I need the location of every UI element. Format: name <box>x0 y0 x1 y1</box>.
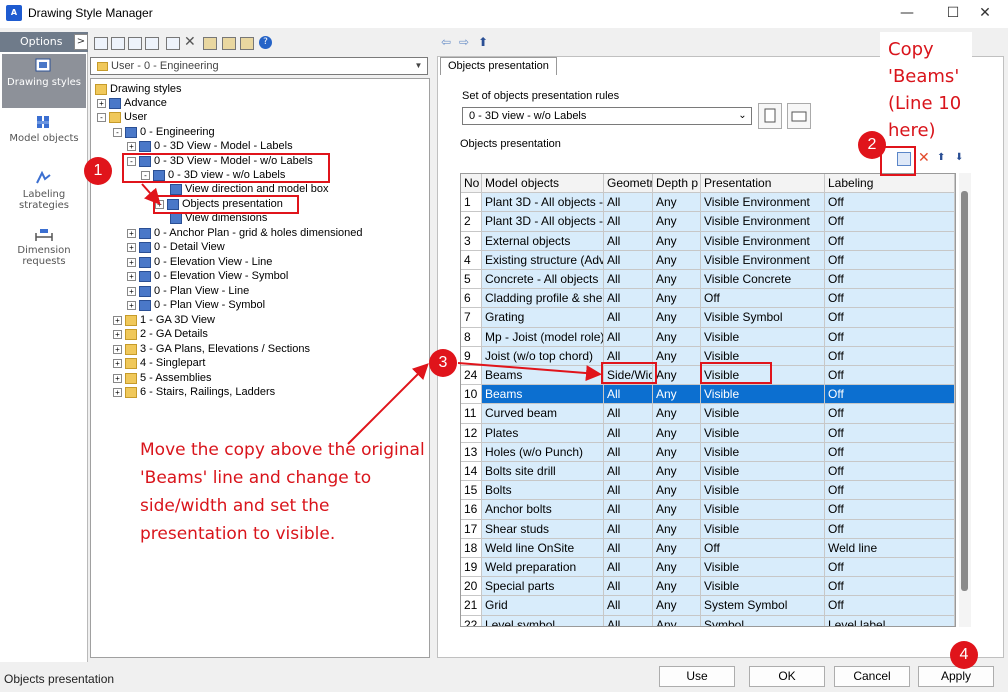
annotation-arrows <box>141 183 602 445</box>
